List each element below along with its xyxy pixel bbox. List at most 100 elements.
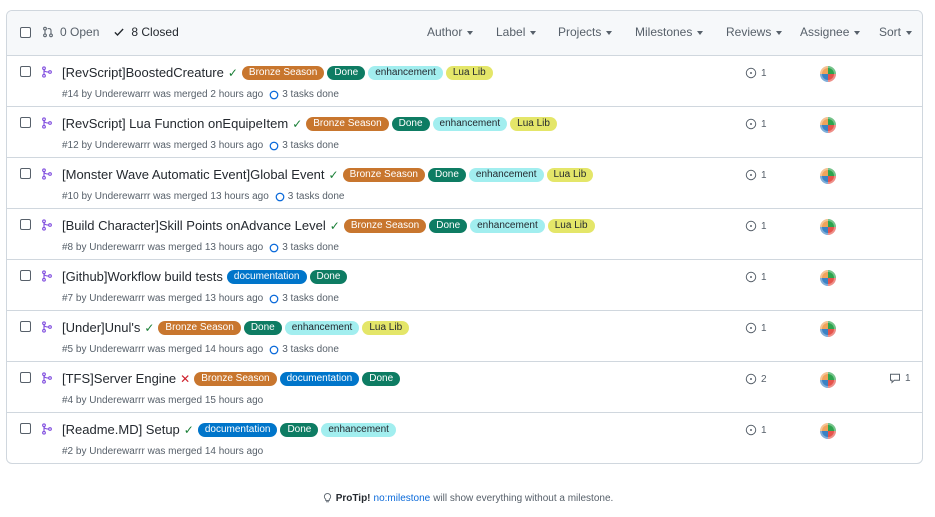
assignee-filter[interactable]: Assignee [800, 25, 861, 39]
pr-row[interactable]: [Readme.MD] Setup ✓ documentation Done enhan… [7, 413, 922, 463]
assignee-avatar[interactable] [820, 219, 836, 235]
label-enhancement[interactable]: enhancement [284, 320, 360, 335]
assignee-avatar[interactable] [820, 270, 836, 286]
label-done[interactable]: Done [309, 269, 348, 284]
label-enhancement[interactable]: enhancement [321, 422, 396, 437]
label-bronze-season[interactable]: Bronze Season [241, 65, 325, 80]
label-documentation[interactable]: documentation [279, 371, 360, 386]
label-documentation[interactable]: documentation [226, 269, 307, 284]
label-done[interactable]: Done [243, 320, 282, 335]
pr-checkbox[interactable] [20, 423, 31, 434]
label-bronze-season[interactable]: Bronze Season [343, 218, 427, 233]
reviews-count[interactable]: 1 [745, 220, 767, 232]
label-lua-lib[interactable]: Lua Lib [547, 218, 595, 233]
pr-title-link[interactable]: [RevScript] Lua Function onEquipeItem [62, 116, 288, 131]
merged-pr-icon [41, 320, 53, 338]
label-bronze-season[interactable]: Bronze Season [158, 320, 241, 335]
pr-checkbox[interactable] [20, 117, 31, 128]
reviews-filter[interactable]: Reviews [726, 25, 783, 39]
reviews-count[interactable]: 1 [745, 322, 767, 334]
merged-pr-icon [41, 269, 53, 287]
checks-failed-icon[interactable]: ✕ [180, 372, 190, 386]
assignee-avatar[interactable] [820, 66, 836, 82]
no-milestone-link[interactable]: no:milestone [374, 493, 431, 504]
sort-filter[interactable]: Sort [879, 25, 913, 39]
label-filter[interactable]: Label [496, 25, 537, 39]
pr-row[interactable]: [Build Character]Skill Points onAdvance … [7, 209, 922, 260]
reviews-count[interactable]: 1 [745, 67, 767, 79]
pr-title-link[interactable]: [Under]Unul's [62, 320, 140, 335]
pr-title-link[interactable]: [Build Character]Skill Points onAdvance … [62, 218, 326, 233]
select-all-checkbox[interactable] [20, 27, 31, 38]
label-lua-lib[interactable]: Lua Lib [362, 320, 410, 335]
tasks-progress: 3 tasks done [275, 191, 345, 202]
checks-passed-icon[interactable]: ✓ [228, 66, 238, 80]
checks-passed-icon[interactable]: ✓ [292, 117, 302, 131]
pr-checkbox[interactable] [20, 270, 31, 281]
assignee-avatar[interactable] [820, 168, 836, 184]
milestones-filter[interactable]: Milestones [635, 25, 704, 39]
pr-checkbox[interactable] [20, 168, 31, 179]
pr-row[interactable]: [RevScript]BoostedCreature ✓ Bronze Season… [7, 56, 922, 107]
label-bronze-season[interactable]: Bronze Season [194, 371, 277, 386]
label-done[interactable]: Done [362, 371, 401, 386]
label-done[interactable]: Done [280, 422, 319, 437]
pr-row[interactable]: [RevScript] Lua Function onEquipeItem ✓ Br… [7, 107, 922, 158]
tasks-text: 3 tasks done [282, 293, 339, 304]
merged-pr-icon [41, 65, 53, 83]
pr-row[interactable]: [Github]Workflow build tests documentatio… [7, 260, 922, 311]
pr-title-link[interactable]: [Readme.MD] Setup [62, 422, 180, 437]
review-icon [745, 67, 757, 79]
checks-passed-icon[interactable]: ✓ [144, 321, 154, 335]
state-toggle: 0 Open 8 Closed [42, 25, 193, 39]
label-enhancement[interactable]: enhancement [468, 167, 544, 182]
assignee-avatar[interactable] [820, 117, 836, 133]
pr-checkbox[interactable] [20, 372, 31, 383]
pr-checkbox[interactable] [20, 321, 31, 332]
pr-meta-text: #14 by Underewarrr was merged 2 hours ag… [62, 89, 264, 100]
label-enhancement[interactable]: enhancement [368, 65, 443, 80]
label-done[interactable]: Done [427, 167, 466, 182]
assignee-avatar[interactable] [820, 372, 836, 388]
pr-checkbox[interactable] [20, 219, 31, 230]
tasks-progress: 3 tasks done [269, 293, 339, 304]
label-documentation[interactable]: documentation [197, 422, 278, 437]
assignee-avatar[interactable] [820, 423, 836, 439]
checks-passed-icon[interactable]: ✓ [184, 423, 194, 437]
pr-title-link[interactable]: [RevScript]BoostedCreature [62, 65, 224, 80]
comment-icon [890, 373, 900, 384]
label-lua-lib[interactable]: Lua Lib [546, 167, 594, 182]
projects-filter[interactable]: Projects [558, 25, 613, 39]
assignee-avatar[interactable] [820, 321, 836, 337]
comments-count-text: 1 [905, 372, 911, 384]
label-done[interactable]: Done [429, 218, 468, 233]
checks-passed-icon[interactable]: ✓ [329, 168, 339, 182]
author-filter[interactable]: Author [427, 25, 474, 39]
label-lua-lib[interactable]: Lua Lib [445, 65, 493, 80]
comments-count[interactable]: 1 [889, 372, 911, 384]
reviews-count[interactable]: 1 [745, 271, 767, 283]
label-done[interactable]: Done [391, 116, 430, 131]
pr-title-link[interactable]: [TFS]Server Engine [62, 371, 176, 386]
closed-filter[interactable]: 8 Closed [113, 25, 179, 39]
label-lua-lib[interactable]: Lua Lib [510, 116, 557, 131]
pr-meta: #12 by Underewarrr was merged 3 hours ag… [62, 140, 339, 151]
reviews-count[interactable]: 1 [745, 118, 767, 130]
reviews-count[interactable]: 1 [745, 169, 767, 181]
pr-checkbox[interactable] [20, 66, 31, 77]
reviews-count[interactable]: 2 [745, 373, 767, 385]
pr-title-link[interactable]: [Monster Wave Automatic Event]Global Eve… [62, 167, 325, 182]
label-done[interactable]: Done [327, 65, 366, 80]
label-enhancement[interactable]: enhancement [432, 116, 508, 131]
reviews-count[interactable]: 1 [745, 424, 767, 436]
pr-row[interactable]: [TFS]Server Engine ✕ Bronze Season document… [7, 362, 922, 413]
pr-meta: #5 by Underewarrr was merged 14 hours ag… [62, 344, 339, 355]
pr-title-link[interactable]: [Github]Workflow build tests [62, 269, 223, 284]
label-bronze-season[interactable]: Bronze Season [342, 167, 425, 182]
pr-row[interactable]: [Under]Unul's ✓ Bronze Season Done enhanceme… [7, 311, 922, 362]
open-filter[interactable]: 0 Open [42, 25, 99, 39]
label-enhancement[interactable]: enhancement [470, 218, 545, 233]
pr-row[interactable]: [Monster Wave Automatic Event]Global Eve… [7, 158, 922, 209]
label-bronze-season[interactable]: Bronze Season [306, 116, 389, 131]
checks-passed-icon[interactable]: ✓ [330, 219, 340, 233]
